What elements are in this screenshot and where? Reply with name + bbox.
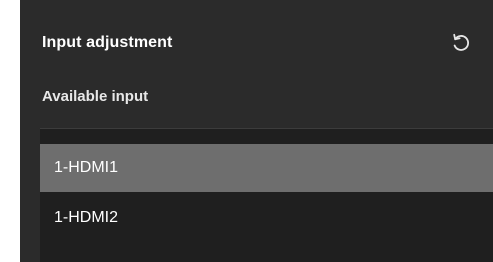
reset-button[interactable] <box>449 30 473 54</box>
input-item-hdmi2[interactable]: 1-HDMI2 <box>40 194 493 242</box>
input-adjustment-panel: Input adjustment Available input 1-HDMI1… <box>20 0 493 262</box>
available-input-list[interactable]: 1-HDMI1 1-HDMI2 <box>40 128 493 262</box>
panel-title: Input adjustment <box>42 34 173 51</box>
available-input-label: Available input <box>42 88 149 105</box>
input-item-hdmi1[interactable]: 1-HDMI1 <box>40 144 493 192</box>
reset-icon <box>453 33 469 51</box>
panel-header: Input adjustment <box>42 30 473 60</box>
